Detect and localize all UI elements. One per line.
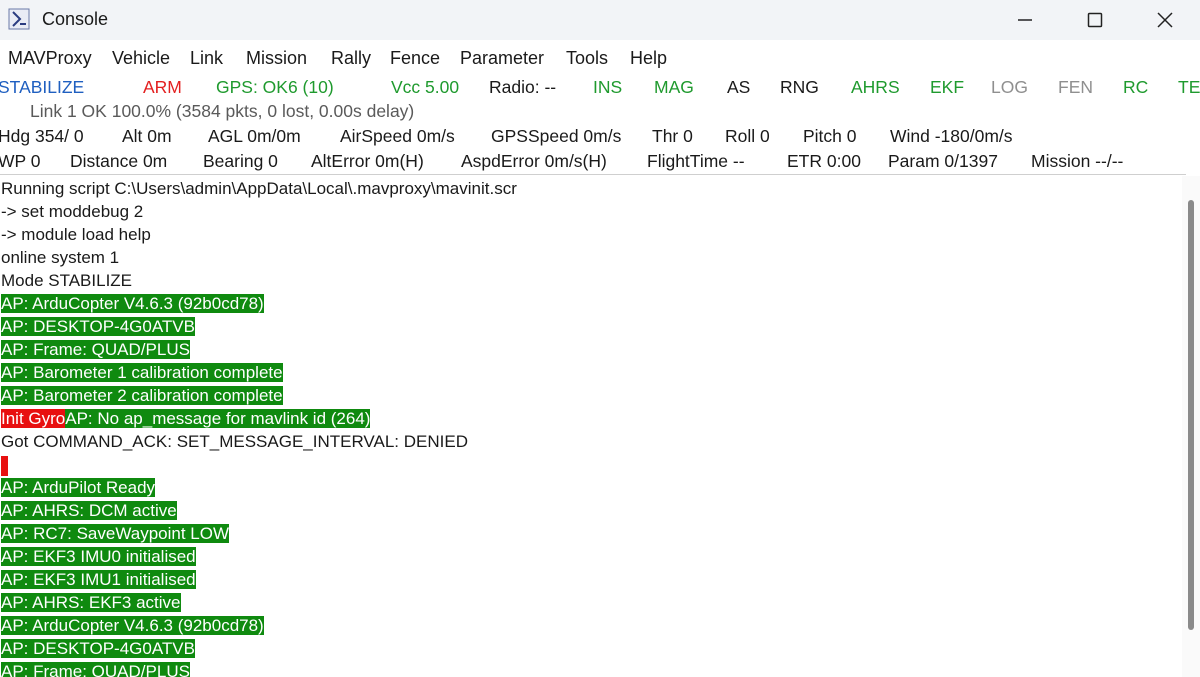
menu-vehicle[interactable]: Vehicle [112,48,170,69]
console-line [1,454,8,476]
status-pitch: Pitch 0 [803,126,857,146]
status-etr: ETR 0:00 [787,151,861,171]
console-line: AP: RC7: SaveWaypoint LOW [1,524,230,543]
console-line: AP: EKF3 IMU0 initialised [1,547,196,566]
status-fen: FEN [1058,77,1093,97]
console-line: AP: EKF3 IMU1 initialised [1,570,196,589]
vertical-scrollbar[interactable] [1182,176,1200,677]
menu-mission[interactable]: Mission [246,48,307,69]
status-rng: RNG [780,77,819,97]
status-mode: STABILIZE [0,77,85,97]
status-aspderror: AspdError 0m/s(H) [461,151,607,171]
console-line: AP: Barometer 2 calibration complete [1,386,283,405]
status-ahrs: AHRS [851,77,900,97]
console-line: AP: DESKTOP-4G0ATVB [1,639,195,658]
close-button[interactable] [1130,0,1200,40]
status-gpsspeed: GPSSpeed 0m/s [491,126,622,146]
status-flighttime: FlightTime -- [647,151,745,171]
status-row-attitude: Hdg 354/ 0 Alt 0m AGL 0m/0m AirSpeed 0m/… [0,126,1200,150]
separator [0,174,1186,175]
status-airspeed: AirSpeed 0m/s [340,126,455,146]
status-heading: Hdg 354/ 0 [0,126,84,146]
console-line: -> module load help [1,225,151,244]
status-as: AS [727,77,751,97]
status-alt: Alt 0m [122,126,172,146]
scrollbar-thumb[interactable] [1188,200,1194,630]
console-line: AP: AHRS: EKF3 active [1,593,181,612]
status-radio: Radio: -- [489,77,557,97]
status-agl: AGL 0m/0m [208,126,301,146]
red-marker [1,455,8,476]
console-line: AP: ArduCopter V4.6.3 (92b0cd78) [1,616,264,635]
maximize-icon [1087,12,1103,28]
menu-fence[interactable]: Fence [390,48,440,69]
status-mission: Mission --/-- [1031,151,1124,171]
status-row-navigation: WP 0 Distance 0m Bearing 0 AltError 0m(H… [0,151,1200,175]
status-row-flags: STABILIZE ARM GPS: OK6 (10) Vcc 5.00 Rad… [0,77,1200,101]
console-line: AP: AHRS: DCM active [1,501,177,520]
status-row-link: Link 1 OK 100.0% (3584 pkts, 0 lost, 0.0… [0,101,1200,125]
status-wind: Wind -180/0m/s [890,126,1013,146]
status-arm: ARM [143,77,182,97]
status-vcc: Vcc 5.00 [391,77,460,97]
console-line: online system 1 [1,248,120,267]
minimize-button[interactable] [990,0,1060,40]
status-throttle: Thr 0 [652,126,693,146]
minimize-icon [1018,19,1032,21]
status-log: LOG [991,77,1028,97]
status-roll: Roll 0 [725,126,770,146]
window-title: Console [42,9,109,29]
console-line: AP: DESKTOP-4G0ATVB [1,317,195,336]
console-line: Init GyroAP: No ap_message for mavlink i… [1,409,371,428]
console-line: -> set moddebug 2 [1,202,144,221]
menu-rally[interactable]: Rally [331,48,371,69]
status-gps: GPS: OK6 (10) [216,77,334,97]
maximize-button[interactable] [1060,0,1130,40]
menu-mavproxy[interactable]: MAVProxy [8,48,92,69]
console-output[interactable]: Running script C:\Users\admin\AppData\Lo… [0,178,1180,677]
menu-help[interactable]: Help [630,48,667,69]
console-line: AP: ArduCopter V4.6.3 (92b0cd78) [1,294,264,313]
menu-link[interactable]: Link [190,48,223,69]
close-icon [1157,12,1173,28]
status-mag: MAG [654,77,694,97]
console-line: Got COMMAND_ACK: SET_MESSAGE_INTERVAL: D… [1,432,468,451]
console-line: AP: ArduPilot Ready [1,478,156,497]
status-rc: RC [1123,77,1149,97]
console-line: Running script C:\Users\admin\AppData\Lo… [1,179,517,198]
status-bearing: Bearing 0 [203,151,278,171]
menu-bar: MAVProxy Vehicle Link Mission Rally Fenc… [0,44,1200,72]
status-ins: INS [593,77,623,97]
console-line: AP: Barometer 1 calibration complete [1,363,283,382]
status-param: Param 0/1397 [888,151,998,171]
console-line: AP: Frame: QUAD/PLUS [1,661,190,677]
status-alterror: AltError 0m(H) [311,151,424,171]
status-te: TE [1178,77,1200,97]
status-wp: WP 0 [0,151,41,171]
console-app-icon [8,8,30,30]
console-line: AP: Frame: QUAD/PLUS [1,340,190,359]
console-line: Mode STABILIZE [1,271,133,290]
status-ekf: EKF [930,77,965,97]
menu-tools[interactable]: Tools [566,48,608,69]
menu-parameter[interactable]: Parameter [460,48,544,69]
status-distance: Distance 0m [70,151,168,171]
title-bar: Console [0,0,1200,40]
link-status: Link 1 OK 100.0% (3584 pkts, 0 lost, 0.0… [30,101,415,121]
